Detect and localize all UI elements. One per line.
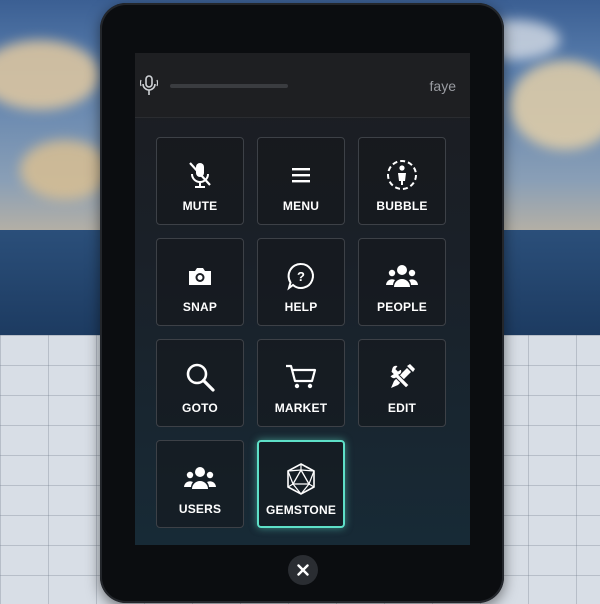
audio-level-bar [170,84,288,88]
bubble-button[interactable]: BUBBLE [358,137,446,225]
top-bar: faye [135,53,470,118]
bubble-icon [359,158,445,192]
snap-label: SNAP [182,300,218,314]
people-button[interactable]: PEOPLE [358,238,446,326]
users-icon [157,461,243,495]
cart-icon [258,360,344,394]
close-icon [297,564,309,576]
tablet: faye MUTE MENU BUBBLE SNAP ? HELP PEOPLE… [100,3,504,603]
snap-button[interactable]: SNAP [156,238,244,326]
search-icon [157,360,243,394]
menu-label: MENU [282,199,320,213]
camera-icon [157,259,243,293]
edit-button[interactable]: EDIT [358,339,446,427]
mute-button[interactable]: MUTE [156,137,244,225]
tablet-screen: faye MUTE MENU BUBBLE SNAP ? HELP PEOPLE… [135,53,470,545]
cloud [510,60,600,150]
menu-button[interactable]: MENU [257,137,345,225]
help-button[interactable]: ? HELP [257,238,345,326]
market-label: MARKET [274,401,328,415]
bubble-label: BUBBLE [376,199,428,213]
gemstone-label: GEMSTONE [265,503,337,517]
mute-label: MUTE [182,199,218,213]
help-icon: ? [258,259,344,293]
microphone-icon[interactable] [139,74,159,98]
gemstone-icon [259,462,343,496]
goto-label: GOTO [182,401,218,415]
users-label: USERS [178,502,222,516]
users-button[interactable]: USERS [156,440,244,528]
cloud [0,40,100,110]
people-label: PEOPLE [377,300,427,314]
goto-button[interactable]: GOTO [156,339,244,427]
gemstone-button[interactable]: GEMSTONE [257,440,345,528]
username: faye [429,78,456,94]
close-button[interactable] [288,555,318,585]
cloud [20,140,110,200]
mute-icon [157,158,243,192]
market-button[interactable]: MARKET [257,339,345,427]
edit-label: EDIT [387,401,417,415]
people-icon [359,259,445,293]
edit-tools-icon [359,360,445,394]
svg-text:?: ? [297,269,305,284]
menu-icon [258,158,344,192]
help-label: HELP [284,300,318,314]
